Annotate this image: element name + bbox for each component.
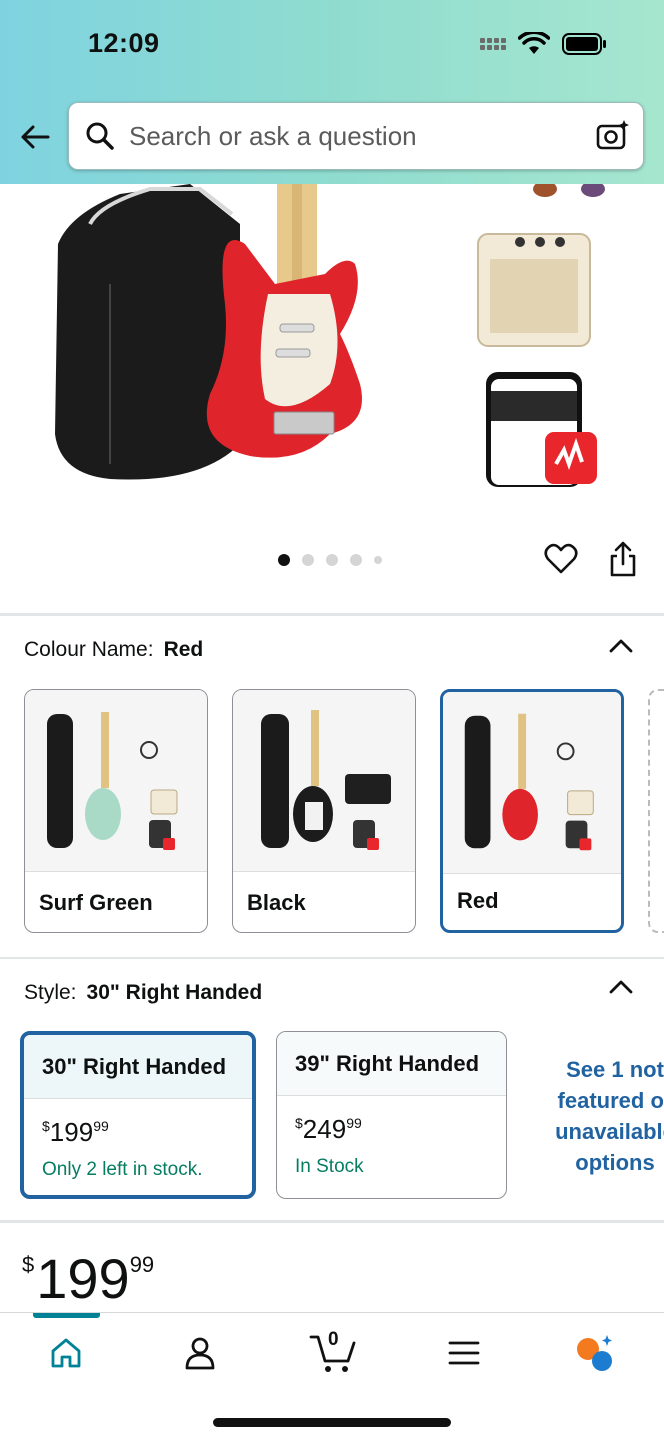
guitar-bundle-image	[261, 710, 391, 850]
style-option-price: $19999	[42, 1117, 109, 1147]
carousel-indicator	[278, 554, 382, 566]
style-option-stock: Only 2 left in stock.	[42, 1159, 203, 1180]
colour-selected-value: Red	[163, 638, 204, 661]
search-bar[interactable]	[68, 102, 644, 170]
cart-count: 0	[328, 1329, 339, 1350]
style-selected-value: 30" Right Handed	[86, 981, 263, 1004]
style-label: Style:	[24, 981, 77, 1004]
status-icons	[480, 32, 608, 56]
chevron-up-icon[interactable]	[608, 977, 634, 995]
section-divider	[0, 1220, 664, 1223]
colour-option-thumbnail	[25, 690, 207, 872]
header: 12:09	[0, 0, 664, 184]
colour-label: Colour Name:	[24, 638, 154, 661]
camera-search-icon[interactable]	[595, 119, 629, 153]
colour-option-name: Black	[247, 890, 306, 915]
colour-option-name: Surf Green	[39, 890, 153, 915]
style-option-39-right-handed[interactable]: 39" Right Handed $24999 In Stock	[276, 1031, 507, 1199]
battery-icon	[562, 33, 606, 55]
carousel-dot	[350, 554, 362, 566]
style-option-30-right-handed[interactable]: 30" Right Handed $19999 Only 2 left in s…	[20, 1031, 256, 1199]
menu-icon[interactable]	[444, 1333, 484, 1373]
carousel-dot	[302, 554, 314, 566]
style-option-stock: In Stock	[295, 1156, 364, 1177]
colour-option-more[interactable]	[648, 689, 664, 933]
search-input[interactable]	[129, 120, 569, 152]
home-indicator	[213, 1418, 451, 1427]
colour-option-surf-green[interactable]: Surf Green	[24, 689, 208, 933]
status-time: 12:09	[88, 28, 160, 58]
colour-option-name: Red	[457, 888, 499, 913]
search-icon	[86, 122, 114, 150]
guitar-bundle-image	[464, 713, 594, 851]
section-divider	[0, 613, 664, 616]
see-unavailable-options-link[interactable]: See 1 not featured or unavailable option…	[540, 1054, 664, 1178]
colour-option-black[interactable]: Black	[232, 689, 416, 933]
style-option-name: 30" Right Handed	[24, 1035, 252, 1099]
colour-option-red[interactable]: Red	[440, 689, 624, 933]
chevron-up-icon[interactable]	[608, 636, 634, 654]
cart-button[interactable]: 0	[308, 1327, 358, 1375]
active-tab-indicator	[33, 1313, 100, 1318]
carousel-dot	[278, 554, 290, 566]
carousel-dot	[374, 556, 382, 564]
back-arrow-icon[interactable]	[18, 120, 52, 154]
product-price: $19999	[22, 1247, 155, 1310]
rufus-assistant-icon[interactable]	[574, 1333, 614, 1373]
home-icon[interactable]	[46, 1333, 86, 1373]
guitar-bundle-image	[47, 712, 178, 850]
heart-icon[interactable]	[544, 542, 578, 576]
colour-section-label: Colour Name: Red	[24, 638, 203, 662]
carousel-dot	[326, 554, 338, 566]
share-icon[interactable]	[608, 540, 638, 578]
style-section-label: Style: 30" Right Handed	[24, 981, 262, 1005]
wifi-icon	[518, 32, 550, 54]
account-icon[interactable]	[180, 1333, 220, 1373]
colour-option-thumbnail	[443, 692, 621, 874]
cellular-signal-icon	[480, 38, 506, 50]
colour-option-thumbnail	[233, 690, 415, 872]
style-option-price: $24999	[295, 1114, 362, 1144]
style-option-name: 39" Right Handed	[277, 1032, 506, 1096]
section-divider	[0, 957, 664, 959]
